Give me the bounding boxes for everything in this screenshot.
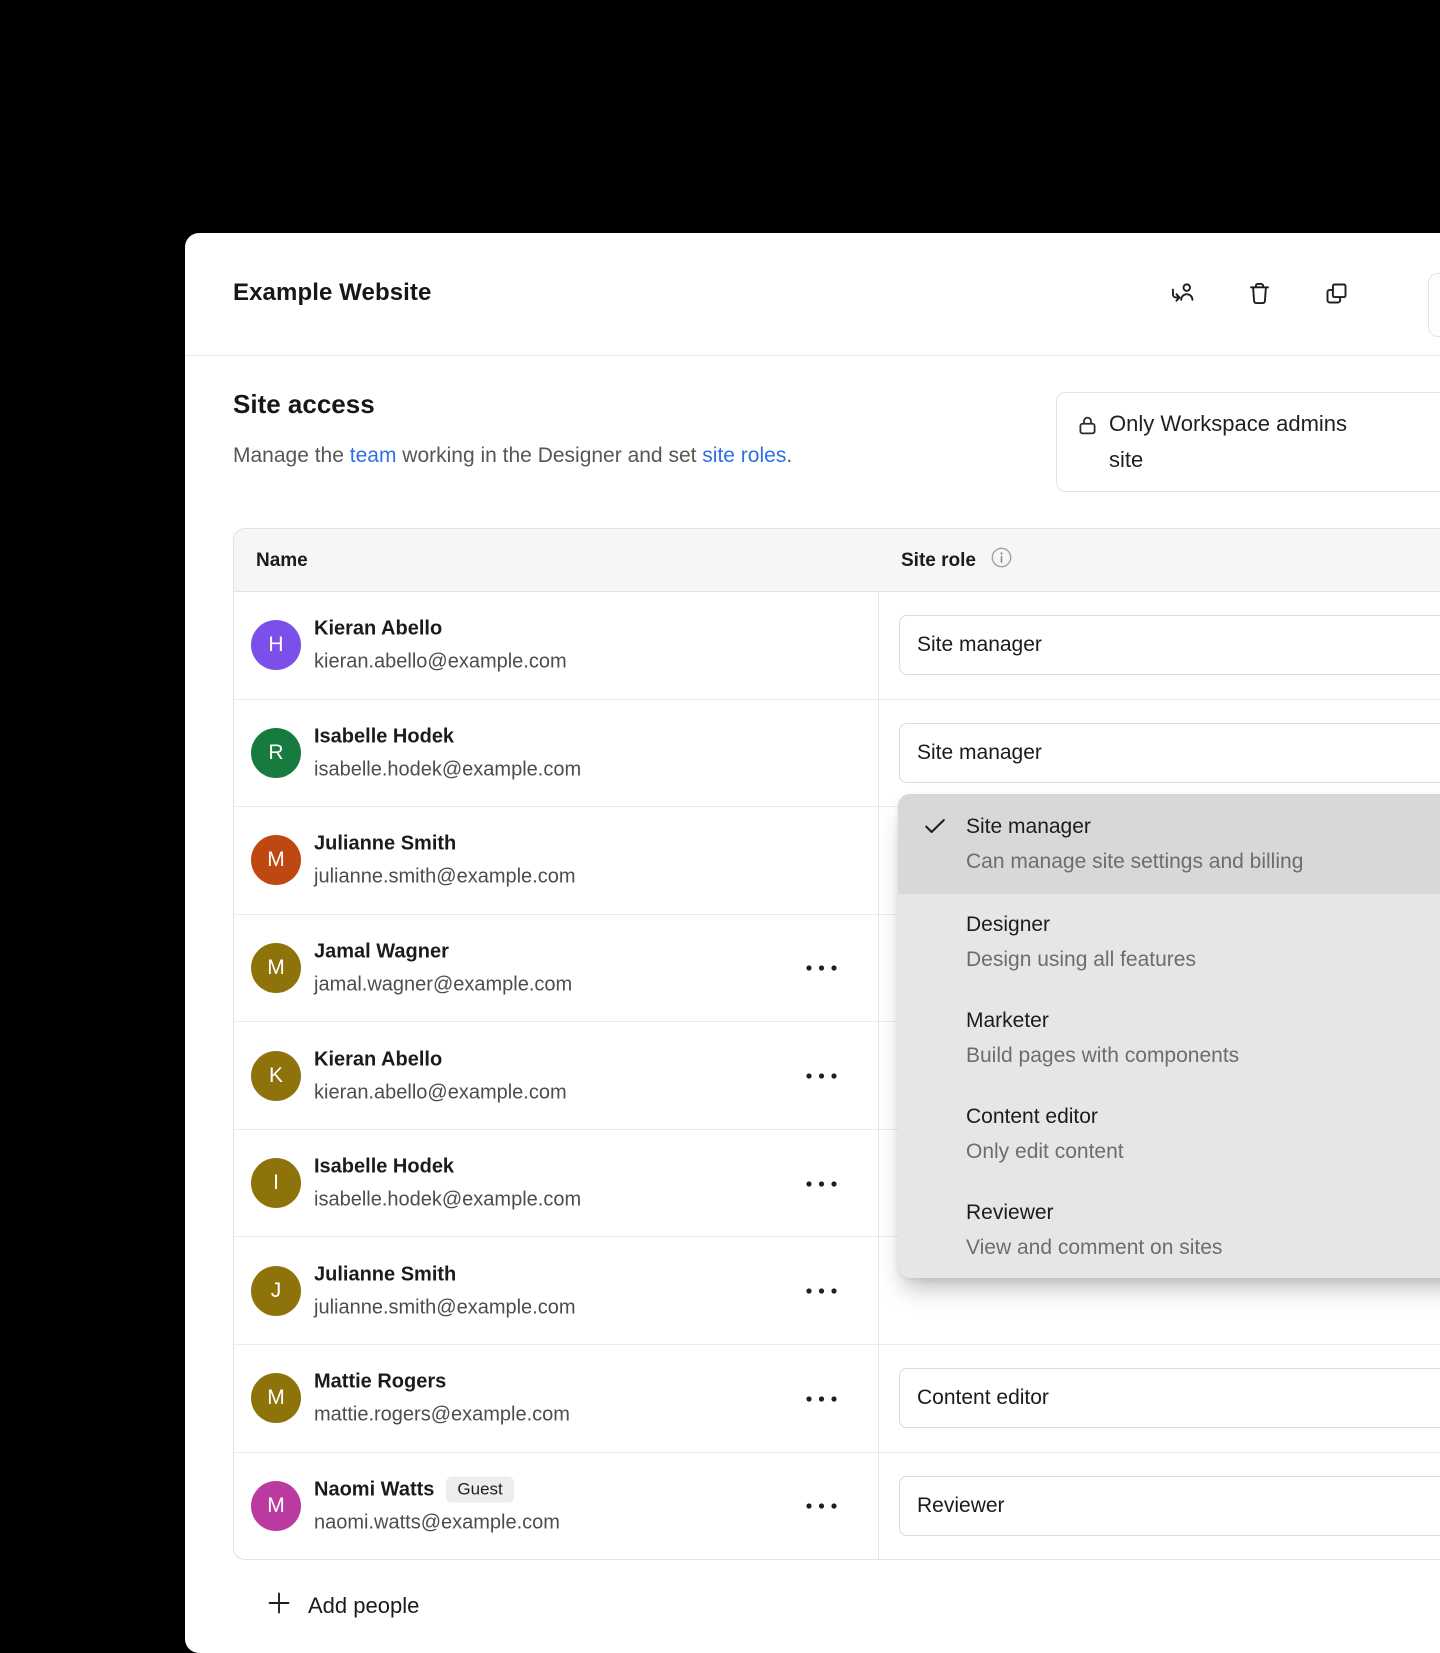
member-name: Isabelle Hodek [314, 725, 455, 748]
member-email: julianne.smith@example.com [314, 865, 576, 888]
dropdown-option-description: Can manage site settings and billing [966, 850, 1304, 873]
avatar: M [251, 942, 301, 993]
role-select-value: Content editor [917, 1386, 1049, 1410]
card-header: Example Website [185, 233, 1440, 356]
role-select[interactable]: Site manager [899, 722, 1440, 783]
dropdown-option-description: View and comment on sites [966, 1236, 1223, 1259]
avatar: M [251, 1480, 301, 1531]
dropdown-option-label: Content editor [966, 1105, 1098, 1128]
avatar: M [251, 1373, 301, 1424]
table-header: Name Site role [234, 529, 1440, 592]
description-middle: working in the Designer and set [396, 444, 703, 467]
role-dropdown-menu: Site manager Can manage site settings an… [898, 794, 1440, 1278]
member-email: mattie.rogers@example.com [314, 1403, 570, 1426]
dropdown-option-description: Only edit content [966, 1140, 1124, 1163]
member-email: kieran.abello@example.com [314, 1081, 567, 1104]
section-description: Manage the team working in the Designer … [233, 444, 792, 468]
ellipsis-icon [805, 1068, 838, 1083]
member-email: julianne.smith@example.com [314, 1296, 576, 1319]
avatar: M [251, 835, 301, 886]
transfer-site-button[interactable] [1160, 273, 1204, 317]
add-people-label: Add people [308, 1593, 420, 1618]
member-email: naomi.watts@example.com [314, 1511, 560, 1534]
row-menu-button[interactable] [803, 1058, 839, 1094]
lock-icon [1076, 412, 1099, 448]
member-name: Naomi Watts [314, 1478, 435, 1501]
page-title: Example Website [233, 279, 432, 306]
description-suffix: . [786, 444, 793, 467]
member-email: isabelle.hodek@example.com [314, 1188, 582, 1211]
description-prefix: Manage the [233, 444, 350, 467]
notice-line-2: site [1109, 447, 1144, 472]
member-name: Kieran Abello [314, 1048, 443, 1071]
role-select[interactable]: Reviewer [899, 1475, 1440, 1536]
row-menu-button[interactable] [803, 950, 839, 986]
dropdown-option-reviewer[interactable]: Reviewer View and comment on sites [898, 1182, 1440, 1278]
plus-icon [265, 1589, 293, 1623]
ellipsis-icon [805, 1391, 838, 1406]
row-menu-button[interactable] [803, 1273, 839, 1309]
role-select[interactable]: Content editor [899, 1368, 1440, 1429]
toolbar [1160, 273, 1358, 317]
delete-site-button[interactable] [1237, 273, 1281, 317]
row-menu-button[interactable] [803, 1165, 839, 1201]
add-people-button[interactable]: Add people [265, 1589, 419, 1623]
avatar: I [251, 1158, 301, 1209]
table-row: M Naomi Watts Guest naomi.watts@example.… [234, 1451, 1440, 1560]
row-menu-button[interactable] [803, 1380, 839, 1416]
clipped-header-button[interactable] [1428, 273, 1440, 337]
avatar: J [251, 1265, 301, 1316]
role-select-value: Reviewer [917, 1493, 1005, 1517]
member-email: jamal.wagner@example.com [314, 973, 573, 996]
ellipsis-icon [805, 1498, 838, 1513]
role-select-value: Site manager [917, 740, 1042, 764]
info-icon[interactable] [990, 546, 1013, 575]
dropdown-option-content-editor[interactable]: Content editor Only edit content [898, 1086, 1440, 1182]
dropdown-option-label: Site manager [966, 815, 1091, 838]
dropdown-option-label: Designer [966, 913, 1051, 936]
avatar: H [251, 620, 301, 671]
dropdown-option-description: Design using all features [966, 948, 1196, 971]
dropdown-option-label: Reviewer [966, 1201, 1054, 1224]
dropdown-option-designer[interactable]: Designer Design using all features [898, 894, 1440, 990]
ellipsis-icon [805, 1176, 838, 1191]
table-row: H Kieran Abello kieran.abello@example.co… [234, 592, 1440, 699]
ellipsis-icon [805, 1283, 838, 1298]
role-select-value: Site manager [917, 633, 1042, 657]
transfer-site-icon [1169, 280, 1196, 310]
admins-only-notice: Only Workspace admins site [1056, 392, 1440, 492]
section-title: Site access [233, 389, 375, 419]
member-name: Julianne Smith [314, 832, 457, 855]
table-row: R Isabelle Hodek isabelle.hodek@example.… [234, 698, 1440, 807]
column-header-role-label: Site role [901, 549, 976, 571]
member-name: Mattie Rogers [314, 1370, 447, 1393]
site-settings-card: Example Website Site access Manage the t… [185, 233, 1440, 1653]
member-name: Jamal Wagner [314, 940, 449, 963]
guest-badge: Guest [446, 1476, 514, 1503]
member-name: Kieran Abello [314, 617, 443, 640]
check-icon [921, 812, 949, 845]
column-header-role: Site role [901, 529, 1013, 592]
ellipsis-icon [805, 960, 838, 975]
site-roles-link[interactable]: site roles [702, 444, 786, 467]
member-name: Isabelle Hodek [314, 1155, 455, 1178]
table-row: M Mattie Rogers mattie.rogers@example.co… [234, 1343, 1440, 1452]
member-email: isabelle.hodek@example.com [314, 758, 582, 781]
duplicate-site-button[interactable] [1314, 273, 1358, 317]
role-select[interactable]: Site manager [899, 615, 1440, 676]
column-header-name: Name [256, 549, 308, 571]
avatar: R [251, 727, 301, 778]
dropdown-option-marketer[interactable]: Marketer Build pages with components [898, 990, 1440, 1086]
dropdown-option-description: Build pages with components [966, 1044, 1240, 1067]
row-menu-button[interactable] [803, 1488, 839, 1524]
duplicate-icon [1323, 280, 1350, 310]
dropdown-option-label: Marketer [966, 1009, 1049, 1032]
member-name: Julianne Smith [314, 1263, 457, 1286]
dropdown-option-site-manager[interactable]: Site manager Can manage site settings an… [898, 794, 1440, 894]
member-email: kieran.abello@example.com [314, 650, 567, 673]
team-link[interactable]: team [350, 444, 397, 467]
trash-icon [1246, 280, 1273, 310]
notice-line-1: Only Workspace admins [1109, 411, 1348, 436]
avatar: K [251, 1050, 301, 1101]
